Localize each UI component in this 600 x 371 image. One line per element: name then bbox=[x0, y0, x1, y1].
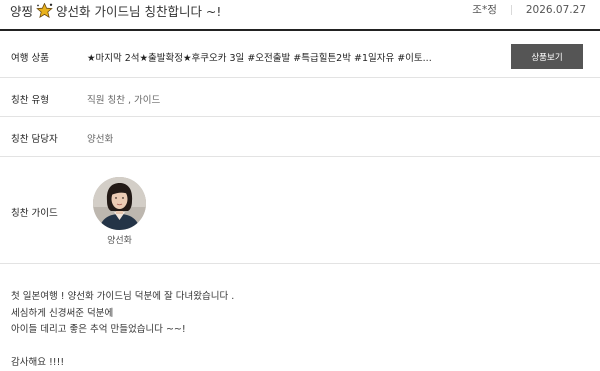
row-praise-staff: 칭찬 담당자 양선화 bbox=[0, 117, 600, 157]
guide-name: 양선화 bbox=[107, 236, 132, 246]
row-travel-product: 여행 상품 ★마지막 2석★출발확정★후쿠오카 3일 #오전출발 #특급힐튼2박… bbox=[0, 31, 600, 78]
praise-content: 첫 일본여행 ! 양선화 가이드님 덕분에 잘 다녀왔습니다 . 세심하게 신경… bbox=[11, 289, 234, 371]
view-product-button[interactable]: 상품보기 bbox=[511, 44, 583, 69]
post-header: 양찡 양선화 가이드님 칭찬합니다 ~! 조*정 2026.07.27 bbox=[0, 0, 600, 19]
meta-divider bbox=[510, 4, 512, 15]
post-date: 2026.07.27 bbox=[525, 3, 586, 16]
row-praise-guide: 칭찬 가이드 양선화 bbox=[0, 157, 600, 264]
content-line: 세심하게 신경써준 덕분에 bbox=[11, 307, 114, 319]
praise-guide-label: 칭찬 가이드 bbox=[11, 208, 58, 219]
content-spacer bbox=[11, 339, 234, 355]
praise-type-value: 직원 칭찬 , 가이드 bbox=[87, 95, 161, 106]
author-name: 조*정 bbox=[472, 4, 497, 16]
product-value[interactable]: ★마지막 2석★출발확정★후쿠오카 3일 #오전출발 #특급힐튼2박 #1일자유… bbox=[87, 50, 432, 64]
praise-staff-value: 양선화 bbox=[87, 134, 114, 145]
praise-staff-label: 칭찬 담당자 bbox=[11, 134, 58, 145]
title-prefix: 양찡 bbox=[10, 4, 34, 19]
praise-type-label: 칭찬 유형 bbox=[11, 95, 49, 106]
title-text: 양선화 가이드님 칭찬합니다 ~! bbox=[56, 4, 222, 19]
guide-avatar[interactable] bbox=[93, 177, 146, 230]
content-line: 첫 일본여행 ! 양선화 가이드님 덕분에 잘 다녀왔습니다 . bbox=[11, 291, 235, 302]
content-line: 아이들 데리고 좋은 추억 만들었습니다 ~~! bbox=[11, 324, 186, 335]
product-label: 여행 상품 bbox=[11, 53, 49, 64]
row-praise-type: 칭찬 유형 직원 칭찬 , 가이드 bbox=[0, 78, 600, 117]
post-title: 양찡 양선화 가이드님 칭찬합니다 ~! bbox=[10, 1, 221, 20]
content-line: 감사해요 !!!! bbox=[11, 356, 65, 368]
sparkle-star-icon bbox=[36, 2, 53, 19]
post-meta: 조*정 2026.07.27 bbox=[472, 2, 586, 17]
